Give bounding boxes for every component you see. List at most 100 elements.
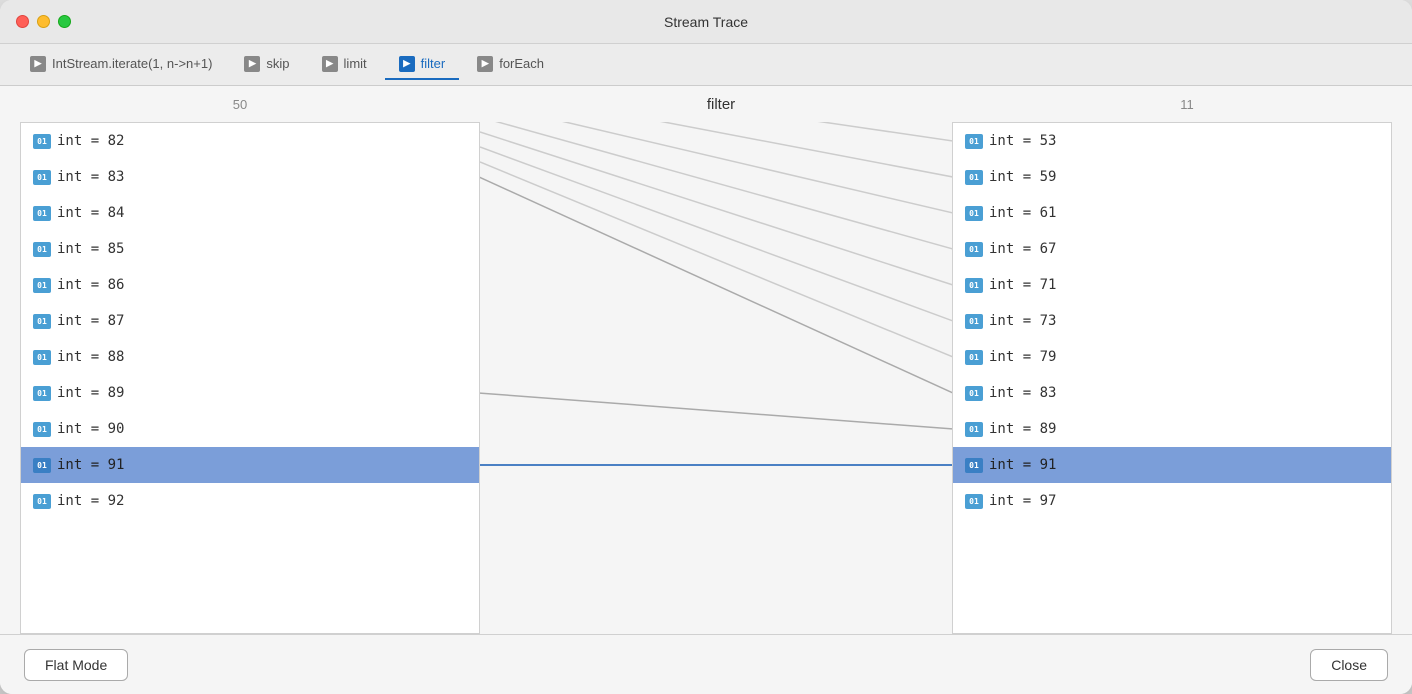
item-text: int = 53 xyxy=(989,133,1056,149)
right-list-item[interactable]: 01 int = 59 xyxy=(953,159,1391,195)
traffic-lights xyxy=(16,15,71,28)
type-badge: 01 xyxy=(33,278,51,293)
type-badge: 01 xyxy=(965,134,983,149)
item-text: int = 59 xyxy=(989,169,1056,185)
window-title: Stream Trace xyxy=(664,14,748,30)
item-text: int = 71 xyxy=(989,277,1056,293)
type-badge: 01 xyxy=(965,350,983,365)
item-text: int = 73 xyxy=(989,313,1056,329)
right-column-header: 11 xyxy=(962,97,1412,112)
type-badge: 01 xyxy=(965,386,983,401)
left-list-item[interactable]: 01 int = 91 xyxy=(21,447,479,483)
left-list-item[interactable]: 01int = 92 xyxy=(21,483,479,519)
tab-label-limit: limit xyxy=(344,56,367,71)
item-text: int = 83 xyxy=(57,169,124,185)
type-badge: 01 xyxy=(33,350,51,365)
tab-icon-foreach: ▶ xyxy=(477,56,493,72)
left-list-item[interactable]: 01 int = 82 xyxy=(21,123,479,159)
type-badge: 01 xyxy=(965,458,983,473)
left-list-item[interactable]: 01int = 89 xyxy=(21,375,479,411)
left-list-item[interactable]: 01 int = 86 xyxy=(21,267,479,303)
tab-label-skip: skip xyxy=(266,56,289,71)
tab-label-filter: filter xyxy=(421,56,446,71)
item-text: int = 79 xyxy=(989,349,1056,365)
left-list-item[interactable]: 01 int = 90 xyxy=(21,411,479,447)
type-badge: 01 xyxy=(965,422,983,437)
item-text: int = 89 xyxy=(989,421,1056,437)
close-button[interactable]: Close xyxy=(1310,649,1388,681)
tab-icon-intstream: ▶ xyxy=(30,56,46,72)
right-list-item[interactable]: 01 int = 71 xyxy=(953,267,1391,303)
type-badge: 01 xyxy=(965,206,983,221)
flat-mode-button[interactable]: Flat Mode xyxy=(24,649,128,681)
left-column-count: 50 xyxy=(233,97,247,112)
left-list-item[interactable]: 01 int = 85 xyxy=(21,231,479,267)
type-badge: 01 xyxy=(965,242,983,257)
center-title: filter xyxy=(707,96,735,113)
type-badge: 01 xyxy=(33,134,51,149)
type-badge: 01 xyxy=(33,170,51,185)
type-badge: 01 xyxy=(965,278,983,293)
left-list-item[interactable]: 01 int = 83 xyxy=(21,159,479,195)
left-list-item[interactable]: 01 int = 87 xyxy=(21,303,479,339)
type-badge: 01 xyxy=(965,494,983,509)
maximize-window-button[interactable] xyxy=(58,15,71,28)
right-list-item[interactable]: 01 int = 61 xyxy=(953,195,1391,231)
close-window-button[interactable] xyxy=(16,15,29,28)
main-content: 50 filter 11 01int = 8201int = 8301int =… xyxy=(0,86,1412,634)
type-badge: 01 xyxy=(965,314,983,329)
tab-intstream[interactable]: ▶ IntStream.iterate(1, n->n+1) xyxy=(16,50,226,80)
item-text: int = 84 xyxy=(57,205,124,221)
tab-label-intstream: IntStream.iterate(1, n->n+1) xyxy=(52,56,212,71)
type-badge: 01 xyxy=(965,170,983,185)
tab-limit[interactable]: ▶ limit xyxy=(308,50,381,80)
item-text: int = 90 xyxy=(57,421,124,437)
main-window: Stream Trace ▶ IntStream.iterate(1, n->n… xyxy=(0,0,1412,694)
footer: Flat Mode Close xyxy=(0,634,1412,694)
right-column-count: 11 xyxy=(1180,97,1194,112)
item-text: int = 67 xyxy=(989,241,1056,257)
tabs-bar: ▶ IntStream.iterate(1, n->n+1) ▶ skip ▶ … xyxy=(0,44,1412,86)
right-list-item[interactable]: 01int = 91 xyxy=(953,447,1391,483)
item-text: int = 88 xyxy=(57,349,124,365)
item-text: int = 91 xyxy=(57,457,124,473)
tab-icon-filter: ▶ xyxy=(399,56,415,72)
type-badge: 01 xyxy=(33,458,51,473)
minimize-window-button[interactable] xyxy=(37,15,50,28)
right-list-panel[interactable]: 01 int = 53 01 int = 59 01 int = 61 01 int = 67… xyxy=(952,122,1392,634)
center-column-header: filter xyxy=(480,96,962,113)
right-list-item[interactable]: 01 int = 97 xyxy=(953,483,1391,519)
right-list-item[interactable]: 01 int = 83 xyxy=(953,375,1391,411)
type-badge: 01 xyxy=(33,422,51,437)
tab-foreach[interactable]: ▶ forEach xyxy=(463,50,558,80)
right-list-item[interactable]: 01 int = 73 xyxy=(953,303,1391,339)
connection-lines-svg xyxy=(480,122,952,634)
item-text: int = 61 xyxy=(989,205,1056,221)
right-list-item[interactable]: 01 int = 67 xyxy=(953,231,1391,267)
right-list-item[interactable]: 01 int = 79 xyxy=(953,339,1391,375)
columns-header: 50 filter 11 xyxy=(0,86,1412,122)
item-text: int = 85 xyxy=(57,241,124,257)
tab-icon-limit: ▶ xyxy=(322,56,338,72)
type-badge: 01 xyxy=(33,242,51,257)
item-text: int = 89 xyxy=(57,385,124,401)
item-text: int = 83 xyxy=(989,385,1056,401)
left-list-item[interactable]: 01 int = 88 xyxy=(21,339,479,375)
right-list-item[interactable]: 01 int = 53 xyxy=(953,123,1391,159)
item-text: int = 86 xyxy=(57,277,124,293)
tab-skip[interactable]: ▶ skip xyxy=(230,50,303,80)
lines-canvas xyxy=(480,122,952,634)
item-text: int = 97 xyxy=(989,493,1056,509)
tab-icon-skip: ▶ xyxy=(244,56,260,72)
left-list-panel[interactable]: 01int = 8201int = 8301int = 8401int = 85… xyxy=(20,122,480,634)
tab-filter[interactable]: ▶ filter xyxy=(385,50,460,80)
item-text: int = 87 xyxy=(57,313,124,329)
left-column-header: 50 xyxy=(0,97,480,112)
tab-label-foreach: forEach xyxy=(499,56,544,71)
type-badge: 01 xyxy=(33,494,51,509)
right-list-item[interactable]: 01 int = 89 xyxy=(953,411,1391,447)
item-text: int = 82 xyxy=(57,133,124,149)
title-bar: Stream Trace xyxy=(0,0,1412,44)
left-list-item[interactable]: 01int = 84 xyxy=(21,195,479,231)
type-badge: 01 xyxy=(33,314,51,329)
